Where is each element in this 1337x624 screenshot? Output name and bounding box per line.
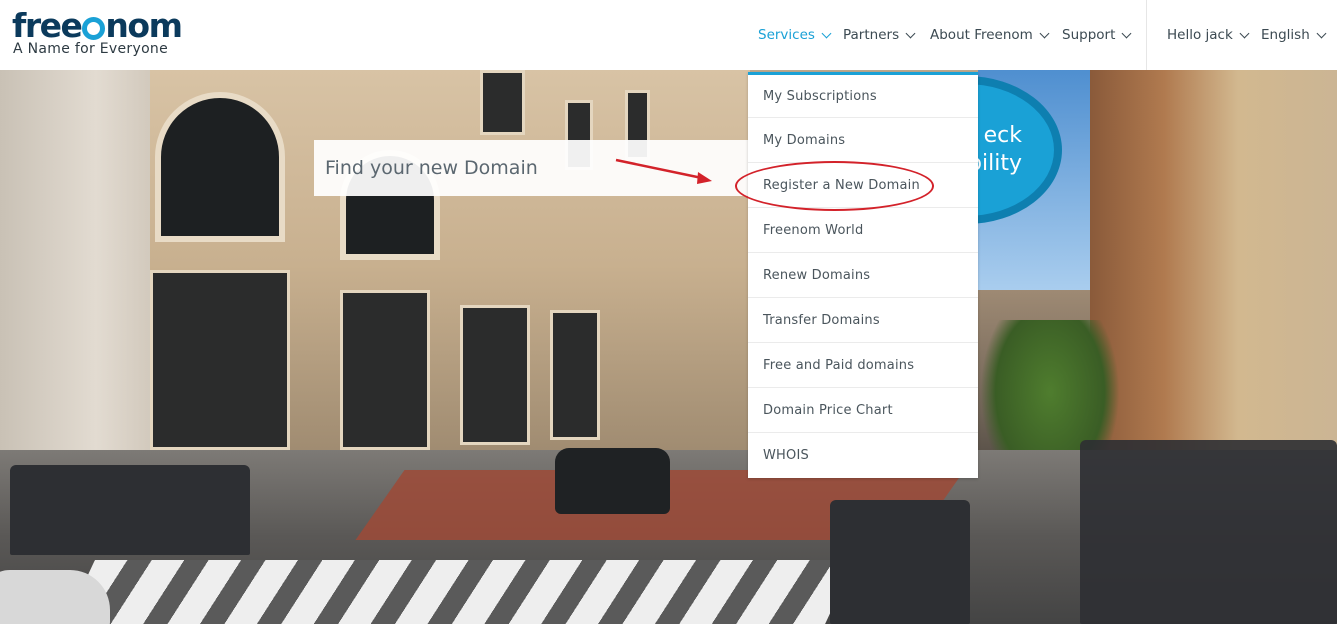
menu-item-my-domains[interactable]: My Domains — [748, 118, 978, 163]
hero-storefront — [460, 305, 530, 445]
menu-item-freenom-world[interactable]: Freenom World — [748, 208, 978, 253]
logo-wordmark: free nom — [12, 6, 183, 45]
annotation-highlight-ellipse — [735, 161, 934, 211]
nav-language[interactable]: English — [1261, 0, 1327, 70]
chevron-down-icon — [1039, 28, 1050, 38]
nav-partners-label: Partners — [843, 27, 900, 43]
hero-crosswalk — [65, 560, 855, 624]
hero-arch-window — [155, 92, 285, 242]
hero-storefront — [150, 270, 290, 450]
hero-window — [480, 70, 525, 135]
chevron-down-icon — [1121, 28, 1132, 38]
hero-storefront — [550, 310, 600, 440]
domain-search-input[interactable]: Find your new Domain — [314, 140, 754, 196]
menu-item-free-and-paid-domains[interactable]: Free and Paid domains — [748, 343, 978, 388]
logo-o-ring — [82, 16, 106, 40]
services-dropdown: My Subscriptions My Domains Register a N… — [748, 72, 978, 478]
hero-building-left — [0, 70, 160, 500]
freenom-logo[interactable]: free nom A Name for Everyone — [12, 6, 183, 58]
nav-divider — [1146, 0, 1147, 70]
nav-partners[interactable]: Partners — [843, 0, 916, 70]
menu-item-transfer-domains[interactable]: Transfer Domains — [748, 298, 978, 343]
nav-services[interactable]: Services — [758, 0, 832, 70]
chevron-down-icon — [821, 28, 832, 38]
nav-about[interactable]: About Freenom — [930, 0, 1050, 70]
hero-pedestrians — [10, 465, 250, 555]
nav-services-label: Services — [758, 27, 815, 43]
hero-car-white — [0, 570, 110, 624]
menu-item-renew-domains[interactable]: Renew Domains — [748, 253, 978, 298]
chevron-down-icon — [1239, 28, 1250, 38]
domain-search-placeholder: Find your new Domain — [325, 157, 538, 179]
user-greeting: Hello jack — [1167, 27, 1233, 43]
chevron-down-icon — [905, 28, 916, 38]
hero-building-main — [150, 70, 750, 460]
hero-pedestrians — [830, 500, 970, 624]
nav-user-menu[interactable]: Hello jack — [1167, 0, 1250, 70]
nav-about-label: About Freenom — [930, 27, 1033, 43]
nav-support[interactable]: Support — [1062, 0, 1132, 70]
menu-item-whois[interactable]: WHOIS — [748, 433, 978, 478]
menu-item-my-subscriptions[interactable]: My Subscriptions — [748, 75, 978, 118]
logo-tagline: A Name for Everyone — [13, 41, 169, 57]
site-header: free nom A Name for Everyone Services Par… — [0, 0, 1337, 70]
menu-item-domain-price-chart[interactable]: Domain Price Chart — [748, 388, 978, 433]
hero-pedestrians — [1080, 440, 1337, 624]
hero-car — [555, 448, 670, 514]
chevron-down-icon — [1316, 28, 1327, 38]
nav-support-label: Support — [1062, 27, 1116, 43]
language-label: English — [1261, 27, 1310, 43]
hero-storefront — [340, 290, 430, 450]
